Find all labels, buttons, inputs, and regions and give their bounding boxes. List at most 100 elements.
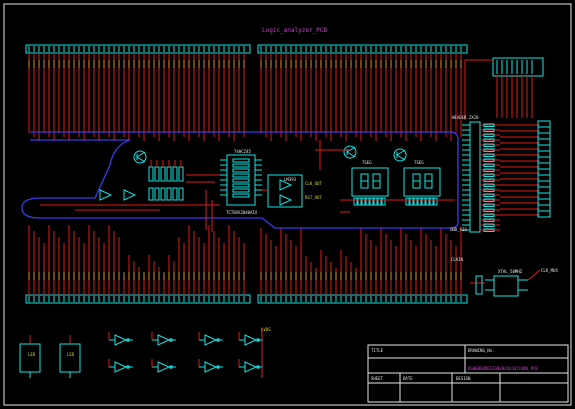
right-pad [537, 126, 551, 134]
right-pad [537, 192, 551, 200]
ic-u1-pad [232, 183, 250, 188]
display-1-digit-2 [372, 173, 381, 189]
display-1-pin [361, 197, 366, 206]
display-2-pin [405, 197, 410, 206]
display-2-pin [421, 197, 426, 206]
resistor-left [172, 166, 178, 182]
clkmux-net-label: CLK_MUX [541, 268, 558, 273]
right-pad [537, 168, 551, 176]
display-2-body [403, 167, 441, 197]
led-2-body [59, 343, 81, 373]
display-1-pin [377, 197, 382, 206]
title-block-design-label: DESIGN [456, 376, 471, 381]
ic-u1-pad [232, 168, 250, 173]
resistor-left [178, 166, 184, 182]
transistor-q2-emitter [346, 151, 356, 158]
title-block-title-label: TITLE [371, 348, 384, 353]
resistor-left [154, 166, 160, 182]
right-pad [537, 162, 551, 170]
buffer-left-2 [123, 189, 137, 201]
schematic-canvas: Logic_analyzer_PCB 74HC245 TCT8XX2040AIX… [0, 0, 575, 409]
display-2-label: 7SEG [414, 160, 424, 165]
display-2-pin [409, 197, 414, 206]
resistor-left-b [160, 187, 166, 201]
right-pad [537, 150, 551, 158]
led-2-label: LED [67, 352, 75, 357]
display-1-pin [365, 197, 370, 206]
gate-buffer-5 [157, 361, 171, 373]
display-1-digit-1 [360, 173, 369, 189]
resistor-left-b [172, 187, 178, 201]
gate-buffer-0 [114, 334, 128, 346]
gate-buffer-1 [157, 334, 171, 346]
right-pad [537, 186, 551, 194]
display-2-pin [417, 197, 422, 206]
ic-u1-part: TCT8XX2040AIX [226, 210, 258, 215]
display-1-pin [353, 197, 358, 206]
right-pad [537, 156, 551, 164]
gate-buffer-2 [204, 334, 218, 346]
display-1-pin [357, 197, 362, 206]
oscillator-label: XTAL_50MHZ [498, 269, 523, 274]
resistor-left-b [154, 187, 160, 201]
led-1-body [19, 343, 41, 373]
connector-right-label: HEADER 2X20 [452, 115, 479, 120]
display-1-pin [381, 197, 386, 206]
display-2-pin [413, 197, 418, 206]
display-2-digit-2 [424, 173, 433, 189]
display-2-pin [429, 197, 434, 206]
rst-out-label: RST_OUT [305, 195, 322, 200]
transistor-q3-emitter [396, 154, 406, 161]
transistor-q3-collector [396, 149, 406, 156]
display-2-digit-1 [412, 173, 421, 189]
right-pad [537, 210, 551, 218]
display-1-body [351, 167, 389, 197]
comparator-2 [279, 194, 293, 206]
right-pad [537, 120, 551, 128]
connector-top-right [492, 57, 544, 77]
right-pad [537, 204, 551, 212]
comparator-label: LM393 [284, 177, 297, 182]
ic-u1-pad [232, 173, 250, 178]
transistor-q1-collector [136, 151, 146, 158]
resistor-left-b [178, 187, 184, 201]
osc-cap [475, 275, 483, 295]
header-right-body [469, 121, 481, 233]
gate-buffer-6 [204, 361, 218, 373]
ic-u1-pad [232, 158, 250, 163]
right-pad [537, 198, 551, 206]
resistor-left-b [148, 187, 154, 201]
gate-buffer-3 [244, 334, 258, 346]
gate-buffer-7 [244, 361, 258, 373]
display-1-pin [373, 197, 378, 206]
resistor-left [160, 166, 166, 182]
right-pad [537, 144, 551, 152]
right-pad [537, 132, 551, 140]
clkin-net-label: CLKIN [451, 257, 464, 262]
led-1-label: LED [28, 352, 36, 357]
resistor-left-b [166, 187, 172, 201]
ic-u1-pad [232, 178, 250, 183]
osc-wire [527, 269, 541, 281]
right-pad [537, 180, 551, 188]
display-1-pin [369, 197, 374, 206]
lvds-net-label: LVDS [261, 327, 271, 332]
resistor-left [166, 166, 172, 182]
title-block-drawing-no-value: KSWEBGRDESIGN2024LOGICANA_PCB [468, 366, 538, 371]
right-pad [537, 138, 551, 146]
header-bottom-left-body [25, 294, 251, 304]
ic-u1-pad [232, 163, 250, 168]
display-2-pin [425, 197, 430, 206]
buffer-left-1 [99, 189, 113, 201]
ic-u1-label: 74HC245 [234, 149, 251, 154]
resistor-left [148, 166, 154, 182]
clk-out-label: CLK_OUT [305, 181, 322, 186]
ic-u1-pad [232, 193, 250, 198]
schematic-title: Logic_analyzer_PCB [262, 27, 328, 34]
display-1-label: 7SEG [362, 160, 372, 165]
header-top-left-body [25, 44, 251, 54]
right-pad [537, 174, 551, 182]
ic-u1-pad [232, 188, 250, 193]
gate-buffer-4 [114, 361, 128, 373]
oscillator-body [493, 275, 519, 297]
